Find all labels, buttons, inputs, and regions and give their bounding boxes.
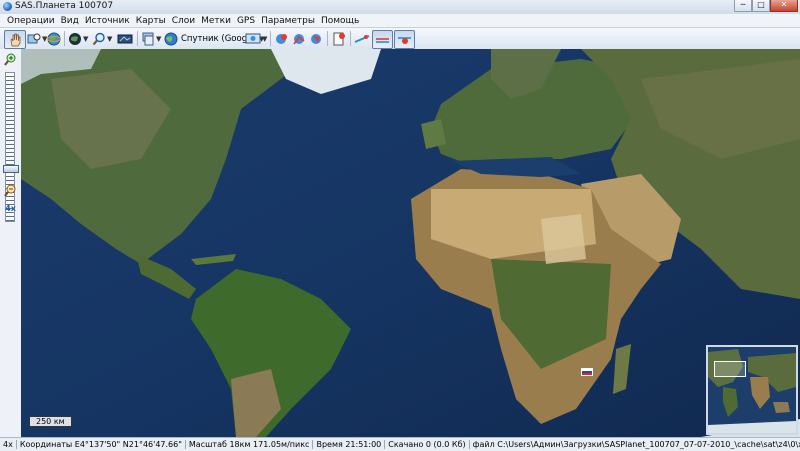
map-view[interactable]: 250 км xyxy=(21,49,800,437)
menu-layers[interactable]: Слои xyxy=(169,16,198,26)
menu-bar: Операции Вид Источник Карты Слои Метки G… xyxy=(0,14,800,28)
status-bar: 4x Координаты E4°137'50" N21°46'47.66" М… xyxy=(0,437,800,451)
add-placemark-button[interactable] xyxy=(275,30,289,47)
marks-manager-icon xyxy=(333,32,345,45)
russia-flag-icon[interactable] xyxy=(582,369,592,375)
google-earth-icon xyxy=(164,32,178,45)
add-path-button[interactable] xyxy=(292,30,306,47)
magnifier-button[interactable]: ▼ xyxy=(92,30,112,47)
zoom-select-button[interactable]: ▼ xyxy=(27,30,47,47)
placemark-icon xyxy=(276,33,287,44)
scale-bar: 250 км xyxy=(29,416,72,427)
menu-maps[interactable]: Карты xyxy=(133,16,169,26)
add-polygon-button[interactable] xyxy=(309,30,323,47)
menu-marks[interactable]: Метки xyxy=(198,16,234,26)
layers-icon xyxy=(142,32,154,45)
gps-connect-button[interactable] xyxy=(372,30,393,49)
path-icon xyxy=(293,33,305,44)
monitor-button[interactable]: ▼ xyxy=(245,30,267,47)
zoom-slider[interactable] xyxy=(5,72,15,222)
status-scale: Масштаб 18км 171.05м/пикс xyxy=(186,440,314,449)
zoom-out-icon[interactable] xyxy=(4,184,17,197)
satellite-map xyxy=(21,49,800,437)
menu-operations[interactable]: Операции xyxy=(4,16,58,26)
status-zoom: 4x xyxy=(0,440,17,449)
toolbar: ▼ ▼ ▼ ▼ Спутник (Google) ▼ ▼ xyxy=(0,28,800,50)
hand-icon xyxy=(10,33,21,46)
zoom-level-label: 4x xyxy=(5,204,16,213)
marks-manager-button[interactable] xyxy=(332,30,346,47)
app-globe-icon xyxy=(3,2,12,11)
gps-track-icon xyxy=(354,34,370,43)
maximize-button[interactable]: □ xyxy=(752,0,770,12)
status-coordinates: Координаты E4°137'50" N21°46'47.66" xyxy=(17,440,186,449)
status-downloaded: Скачано 0 (0.0 Кб) xyxy=(385,440,470,449)
menu-source[interactable]: Источник xyxy=(82,16,133,26)
menu-gps[interactable]: GPS xyxy=(234,16,258,26)
title-bar: SAS.Планета 100707 ─ □ ✕ xyxy=(0,0,800,15)
menu-view[interactable]: Вид xyxy=(58,16,82,26)
minimap-viewport[interactable] xyxy=(714,361,746,377)
minimize-button[interactable]: ─ xyxy=(734,0,752,12)
zoom-panel: 4x xyxy=(0,49,22,437)
satellite-button[interactable] xyxy=(117,30,133,47)
close-button[interactable]: ✕ xyxy=(770,0,798,12)
window-controls: ─ □ ✕ xyxy=(734,0,798,12)
magnifier-icon xyxy=(92,32,105,45)
scale-label: 250 км xyxy=(36,417,65,426)
status-time: Время 21:51:00 xyxy=(313,440,386,449)
menu-help[interactable]: Помощь xyxy=(318,16,362,26)
zoom-slider-thumb[interactable] xyxy=(3,165,19,173)
sphere-button[interactable]: ▼ xyxy=(68,30,88,47)
zoom-select-icon xyxy=(27,33,41,43)
gps-center-icon xyxy=(398,37,411,44)
globe-icon xyxy=(47,32,61,45)
globe-button[interactable] xyxy=(47,30,61,47)
status-file: файл C:\Users\Админ\Загрузки\SASPlanet_1… xyxy=(470,440,800,449)
gps-connect-icon xyxy=(376,38,389,43)
menu-settings[interactable]: Параметры xyxy=(258,16,318,26)
monitor-icon xyxy=(245,33,261,43)
layers-button[interactable]: ▼ xyxy=(141,30,161,47)
sphere-icon xyxy=(69,32,81,45)
gps-center-button[interactable] xyxy=(394,30,415,49)
minimap-world xyxy=(708,347,796,433)
minimap[interactable] xyxy=(706,345,798,435)
zoom-in-icon[interactable] xyxy=(4,53,17,66)
pan-button[interactable] xyxy=(4,30,26,49)
satellite-icon xyxy=(117,34,133,43)
gps-track-button[interactable] xyxy=(354,30,370,47)
polygon-icon xyxy=(311,33,321,44)
window-title: SAS.Планета 100707 xyxy=(15,1,114,11)
